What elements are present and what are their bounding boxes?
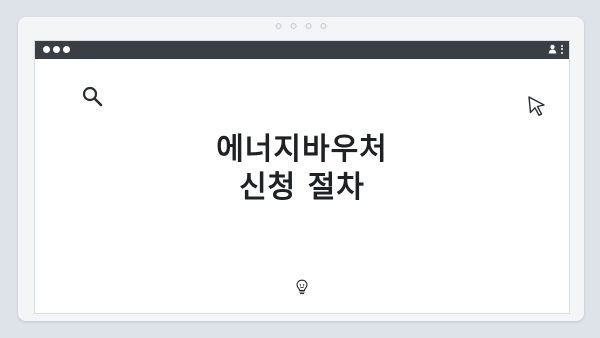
cursor-icon — [528, 96, 545, 116]
lightbulb-icon — [296, 279, 308, 295]
maximize-button[interactable] — [63, 46, 70, 53]
user-icon[interactable] — [548, 44, 557, 54]
search-icon[interactable] — [81, 85, 105, 109]
camera-dot — [320, 23, 327, 29]
device-frame: 에너지바우처 신청 절차 — [18, 17, 584, 321]
camera-dot — [305, 23, 312, 29]
page-title: 에너지바우처 신청 절차 — [35, 131, 569, 207]
more-options-icon[interactable] — [561, 44, 563, 54]
close-button[interactable] — [43, 46, 50, 53]
page-content: 에너지바우처 신청 절차 — [35, 59, 569, 313]
camera-dot — [275, 23, 282, 29]
window-titlebar — [35, 41, 569, 59]
camera-dot — [290, 23, 297, 29]
camera-dots — [275, 23, 327, 29]
window-controls — [43, 46, 70, 53]
title-line-2: 신청 절차 — [239, 170, 365, 205]
title-actions — [548, 44, 563, 54]
minimize-button[interactable] — [53, 46, 60, 53]
title-line-1: 에너지바우처 — [216, 132, 388, 167]
browser-window: 에너지바우처 신청 절차 — [34, 40, 570, 314]
